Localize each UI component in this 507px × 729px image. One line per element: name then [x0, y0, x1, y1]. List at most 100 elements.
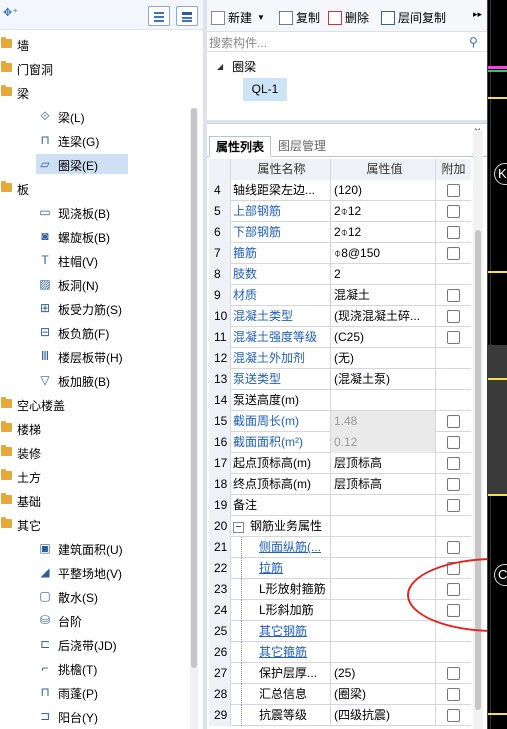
property-value[interactable]: (无) — [331, 348, 436, 369]
tree-item[interactable]: T 柱帽(V) — [0, 248, 190, 272]
tree-category[interactable]: 装修 — [0, 440, 190, 464]
property-row[interactable]: 6 下部钢筋 2⌽12 — [209, 222, 471, 243]
extra-checkbox[interactable] — [447, 310, 460, 323]
tree-item[interactable]: ⊏ 后浇带(JD) — [0, 632, 190, 656]
tree-item[interactable]: ▱ 圈梁(E) — [0, 152, 190, 176]
tree-item[interactable]: ▽ 板加腋(B) — [0, 368, 190, 392]
toolbar-more-button[interactable]: ▸▸ — [473, 9, 482, 20]
extra-checkbox[interactable] — [447, 499, 460, 512]
tree-item[interactable]: ⛁ 台阶 — [0, 608, 190, 632]
property-value[interactable]: (C25) — [331, 327, 436, 348]
property-row[interactable]: 27 保护层厚... (25) — [209, 663, 471, 684]
property-value[interactable]: 2 — [331, 264, 436, 285]
property-value[interactable] — [331, 516, 436, 537]
property-row[interactable]: 12 混凝土外加剂 (无) — [209, 348, 471, 369]
property-row[interactable]: 8 肢数 2 — [209, 264, 471, 285]
property-row[interactable]: 28 汇总信息 (圈梁) — [209, 684, 471, 705]
tree-item[interactable]: ⊓ 雨蓬(P) — [0, 680, 190, 704]
floor-copy-button[interactable]: 层间复制 — [381, 9, 446, 26]
tree-item[interactable]: ⟐ 梁(L) — [0, 104, 190, 128]
property-row[interactable]: 25 其它钢筋 — [209, 621, 471, 642]
tree-item[interactable]: ⊓ 连梁(G) — [0, 128, 190, 152]
property-value[interactable]: (120) — [331, 180, 436, 201]
tree-item[interactable]: ▭ 现浇板(B) — [0, 200, 190, 224]
tree-category[interactable]: 楼梯 — [0, 416, 190, 440]
property-value[interactable]: (四级抗震) — [331, 705, 436, 726]
extra-checkbox[interactable] — [447, 226, 460, 239]
copy-button[interactable]: 复制 — [279, 9, 320, 26]
tree-item[interactable]: ◢ 平整场地(V) — [0, 560, 190, 584]
collapse-triangle-icon[interactable]: ◢ — [217, 62, 223, 71]
property-row[interactable]: 19 备注 — [209, 495, 471, 516]
tree-category[interactable]: 板 — [0, 176, 190, 200]
extra-checkbox[interactable] — [447, 709, 460, 722]
tree-category[interactable]: 土方 — [0, 464, 190, 488]
property-row[interactable]: 20− 钢筋业务属性 — [209, 516, 471, 537]
collapse-icon[interactable]: − — [233, 522, 244, 533]
property-row[interactable]: 17 起点顶标高(m) 层顶标高 — [209, 453, 471, 474]
property-value[interactable] — [331, 621, 436, 642]
drawing-canvas[interactable]: K C — [487, 0, 507, 729]
component-item-ql1[interactable]: QL-1 — [243, 78, 287, 101]
tree-item[interactable]: ⌐ 挑檐(T) — [0, 656, 190, 680]
tree-item[interactable]: Ⅲ 楼层板带(H) — [0, 344, 190, 368]
property-value[interactable]: 1.48 — [331, 411, 436, 432]
property-row[interactable]: 14 泵送高度(m) — [209, 390, 471, 411]
property-row[interactable]: 11 混凝土强度等级 (C25) — [209, 327, 471, 348]
property-value[interactable]: 0.12 — [331, 432, 436, 453]
extra-checkbox[interactable] — [447, 205, 460, 218]
tree-category[interactable]: 门窗洞 — [0, 56, 190, 80]
pin-icon[interactable]: ✥⁺ — [3, 6, 18, 19]
property-row[interactable]: 5 上部钢筋 2⌽12 — [209, 201, 471, 222]
extra-checkbox[interactable] — [447, 331, 460, 344]
detail-view-button[interactable] — [176, 6, 198, 26]
property-value[interactable]: 混凝土 — [331, 285, 436, 306]
property-value[interactable]: ⌽8@150 — [331, 243, 436, 264]
extra-checkbox[interactable] — [447, 478, 460, 491]
tree-category[interactable]: 空心楼盖 — [0, 392, 190, 416]
property-value[interactable]: (圈梁) — [331, 684, 436, 705]
delete-button[interactable]: 删除 — [328, 9, 369, 26]
list-view-button[interactable] — [148, 6, 170, 26]
property-value[interactable] — [331, 495, 436, 516]
property-value[interactable]: 层顶标高 — [331, 453, 436, 474]
property-value[interactable]: (现浇混凝土碎... — [331, 306, 436, 327]
tree-scrollbar[interactable] — [190, 108, 198, 729]
property-row[interactable]: 18 终点顶标高(m) 层顶标高 — [209, 474, 471, 495]
property-row[interactable]: 29 抗震等级 (四级抗震) — [209, 705, 471, 726]
property-row[interactable]: 13 泵送类型 (混凝土泵) — [209, 369, 471, 390]
tree-item[interactable]: ⊟ 板负筋(F) — [0, 320, 190, 344]
property-value[interactable]: 层顶标高 — [331, 474, 436, 495]
property-row[interactable]: 26 其它箍筋 — [209, 642, 471, 663]
property-row[interactable]: 7 箍筋 ⌽8@150 — [209, 243, 471, 264]
component-tree-root[interactable]: ◢ 圈梁 — [217, 58, 256, 75]
search-input[interactable] — [209, 34, 464, 51]
tree-item[interactable]: ◙ 螺旋板(B) — [0, 224, 190, 248]
extra-checkbox[interactable] — [447, 184, 460, 197]
extra-checkbox[interactable] — [447, 667, 460, 680]
property-value[interactable] — [331, 642, 436, 663]
property-value[interactable]: (25) — [331, 663, 436, 684]
property-value[interactable]: (混凝土泵) — [331, 369, 436, 390]
extra-checkbox[interactable] — [447, 688, 460, 701]
property-row[interactable]: 9 材质 混凝土 — [209, 285, 471, 306]
tree-category[interactable]: 梁 — [0, 80, 190, 104]
tree-category[interactable]: 墙 — [0, 32, 190, 56]
property-value[interactable]: 2⌽12 — [331, 222, 436, 243]
property-value[interactable] — [331, 537, 436, 558]
extra-checkbox[interactable] — [447, 247, 460, 260]
extra-checkbox[interactable] — [447, 289, 460, 302]
property-value[interactable] — [331, 390, 436, 411]
tree-item[interactable]: ▨ 板洞(N) — [0, 272, 190, 296]
property-row[interactable]: 4 轴线距梁左边... (120) — [209, 180, 471, 201]
tab-property-list[interactable]: 属性列表 — [209, 136, 271, 157]
property-value[interactable]: 2⌽12 — [331, 201, 436, 222]
property-scrollbar[interactable] — [473, 130, 483, 729]
tree-item[interactable]: ▣ 建筑面积(U) — [0, 536, 190, 560]
property-row[interactable]: 16 截面面积(m²) 0.12 — [209, 432, 471, 453]
tree-item[interactable]: ⊞ 板受力筋(S) — [0, 296, 190, 320]
extra-checkbox[interactable] — [447, 541, 460, 554]
property-row[interactable]: 10 混凝土类型 (现浇混凝土碎... — [209, 306, 471, 327]
extra-checkbox[interactable] — [447, 415, 460, 428]
tree-category[interactable]: 基础 — [0, 488, 190, 512]
